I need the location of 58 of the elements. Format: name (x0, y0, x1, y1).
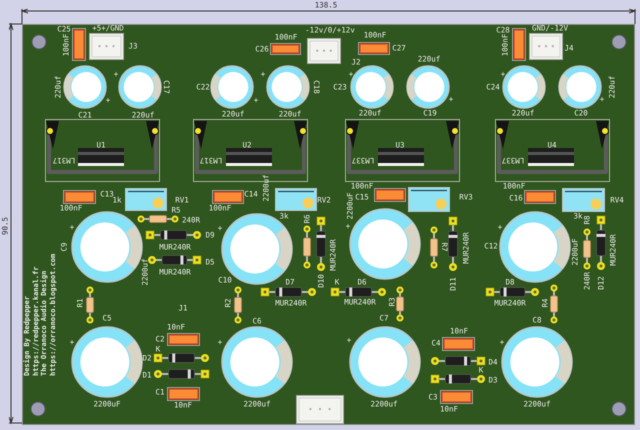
electrolytic-capacitor (501, 326, 573, 398)
electrolytic-capacitor (221, 326, 293, 398)
diode (147, 255, 202, 265)
resistor (85, 285, 95, 325)
diode (430, 374, 486, 384)
electrolytic-capacitor (71, 211, 143, 283)
trimmer-potentiometer (562, 188, 605, 212)
mounting-hole (31, 34, 47, 50)
electrolytic-capacitor (266, 65, 310, 109)
connector (89, 33, 124, 60)
diode (260, 287, 317, 297)
resistor (582, 227, 592, 271)
ceramic-capacitor (512, 28, 526, 61)
ceramic-capacitor (270, 43, 301, 55)
connector (529, 33, 563, 60)
resistor (549, 283, 559, 325)
ceramic-capacitor (440, 390, 473, 404)
diode (430, 356, 486, 366)
trimmer-potentiometer (275, 188, 317, 211)
mounting-hole (611, 401, 627, 417)
ceramic-capacitor (63, 190, 96, 204)
electrolytic-capacitor (558, 65, 602, 109)
electrolytic-capacitor (350, 65, 394, 109)
diode (485, 287, 540, 297)
electrolytic-capacitor (210, 65, 254, 109)
electrolytic-capacitor (71, 326, 143, 398)
electrolytic-capacitor (406, 65, 450, 109)
diode (596, 215, 606, 271)
mounting-hole (611, 34, 627, 50)
resistor (429, 225, 439, 270)
connector (296, 395, 344, 424)
diode (153, 353, 210, 363)
ceramic-capacitor (167, 333, 200, 346)
ceramic-capacitor (212, 190, 244, 204)
electrolytic-capacitor (63, 65, 107, 109)
mounting-hole (30, 401, 46, 417)
diode (145, 230, 202, 240)
resistor (302, 224, 312, 270)
electrolytic-capacitor (118, 65, 162, 109)
diode (316, 216, 326, 272)
resistor (136, 214, 180, 224)
resistor (395, 285, 405, 323)
ceramic-capacitor (72, 28, 86, 61)
trimmer-potentiometer (125, 188, 167, 211)
trimmer-potentiometer (408, 187, 450, 212)
electrolytic-capacitor (349, 326, 421, 398)
ceramic-capacitor (442, 337, 475, 351)
ceramic-capacitor (358, 42, 390, 55)
diode (448, 216, 458, 272)
diode (330, 287, 387, 297)
electrolytic-capacitor (502, 65, 546, 109)
electrolytic-capacitor (499, 211, 571, 283)
connector (307, 38, 341, 64)
ceramic-capacitor (167, 387, 200, 401)
resistor (233, 285, 243, 325)
ceramic-capacitor (524, 190, 556, 204)
ceramic-capacitor (374, 188, 406, 202)
diode (153, 369, 210, 379)
